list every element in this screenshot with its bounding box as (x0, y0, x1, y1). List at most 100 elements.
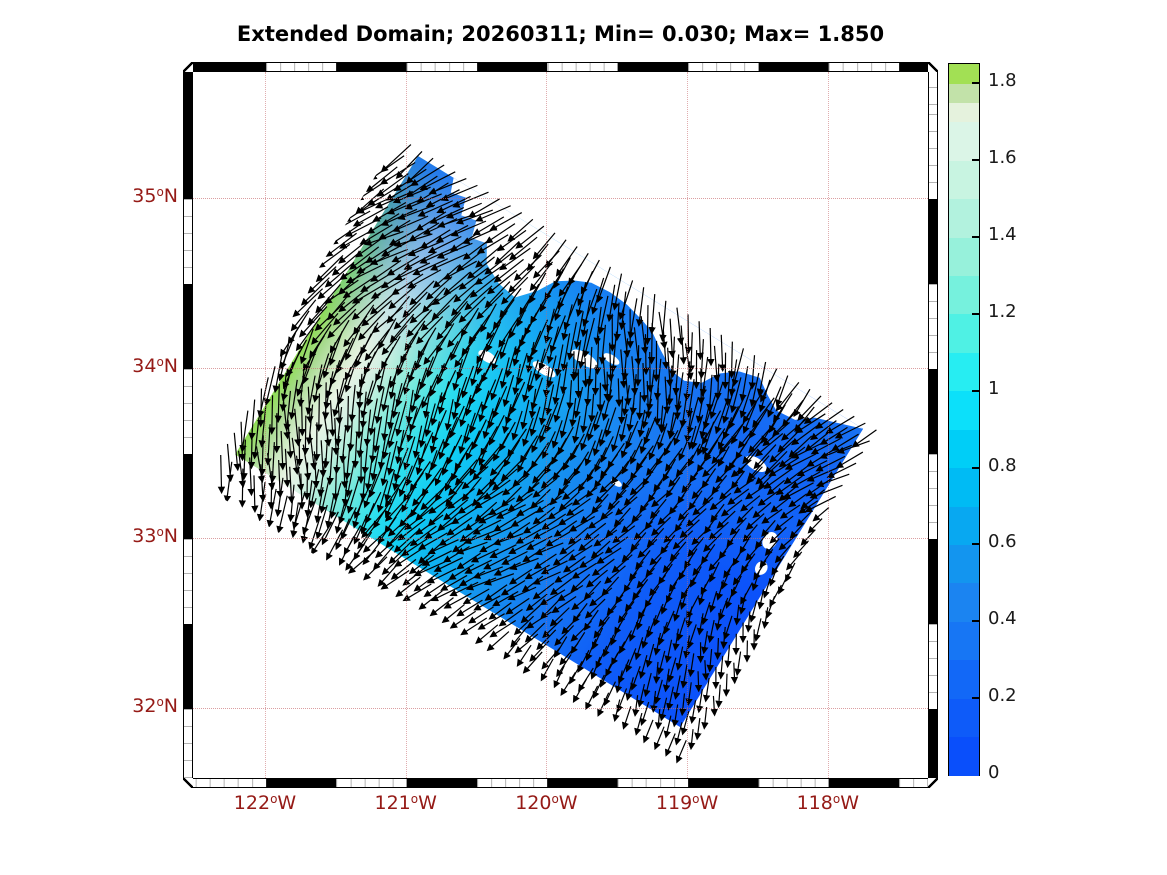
colorbar-band (949, 275, 979, 315)
flow-arrow (348, 384, 356, 423)
flow-arrow (503, 439, 521, 468)
flow-arrow (414, 338, 430, 371)
colorbar-band (949, 582, 979, 622)
flow-arrow (613, 507, 631, 528)
flow-arrow (468, 314, 491, 344)
flow-arrow (672, 628, 680, 652)
flow-arrow (793, 540, 809, 559)
flow-arrow (500, 579, 526, 596)
flow-arrow (344, 460, 356, 498)
flow-arrow (570, 620, 592, 642)
flow-arrow (624, 590, 642, 612)
colorbar-tick-label: 0.2 (988, 685, 1017, 707)
flow-arrow (617, 601, 635, 624)
flow-arrow (739, 383, 753, 419)
flow-arrow (577, 469, 594, 493)
flow-arrow (629, 474, 652, 496)
flow-arrow (381, 422, 394, 460)
flow-arrow (642, 719, 654, 744)
flow-arrow (505, 597, 530, 615)
flow-arrow (570, 573, 591, 593)
flow-arrow (563, 462, 583, 486)
map-frame-bottom (183, 778, 938, 788)
flow-arrow (359, 467, 368, 501)
flow-arrow (508, 568, 533, 585)
colorbar-band (949, 160, 979, 200)
flow-arrow (569, 398, 577, 428)
colorbar-band (949, 102, 979, 123)
flow-arrow (542, 618, 563, 639)
colorbar-band (949, 621, 979, 661)
flow-arrow (416, 316, 444, 345)
flow-arrow (605, 518, 625, 538)
flow-arrow (680, 664, 688, 689)
plot-title: Extended Domain; 20260311; Min= 0.030; M… (236, 22, 885, 46)
flow-arrow (563, 293, 580, 330)
flow-arrow (723, 557, 738, 579)
colorbar-tick (972, 620, 979, 623)
flow-arrow (717, 655, 725, 680)
flow-arrow (381, 324, 408, 356)
flow-arrow (786, 551, 803, 571)
flow-arrow (312, 364, 323, 403)
flow-arrow (598, 605, 617, 627)
flow-arrow (418, 414, 430, 448)
flow-arrow (624, 367, 632, 406)
flow-arrow (443, 260, 477, 280)
flow-arrow (759, 548, 774, 569)
flow-arrow (486, 631, 510, 652)
map-frame-right (928, 62, 938, 788)
flow-arrow (507, 428, 527, 458)
colorbar-band (949, 736, 979, 776)
flow-arrow (395, 576, 421, 598)
flow-arrow (536, 629, 557, 651)
flow-arrow (380, 376, 392, 413)
flow-arrow (370, 445, 380, 481)
flow-arrow (639, 492, 656, 513)
flow-arrow (516, 499, 544, 517)
flow-arrow (707, 620, 715, 644)
colorbar-tick (972, 389, 979, 392)
flow-arrow (703, 532, 723, 553)
flow-arrow (554, 567, 579, 583)
map-frame-left (183, 62, 193, 788)
flow-arrow (615, 478, 634, 501)
flow-arrow (720, 626, 728, 650)
flow-arrow (653, 726, 665, 751)
flow-arrow (607, 489, 627, 511)
gridline-lon-121W (405, 72, 407, 778)
colorbar-tick-label: 0.8 (988, 454, 1017, 476)
flow-arrow (517, 446, 532, 473)
flow-arrow (606, 594, 624, 616)
flow-arrow (778, 486, 797, 502)
flow-arrow (476, 472, 500, 496)
flow-arrow (572, 678, 588, 704)
flow-arrow (392, 186, 431, 204)
flow-arrow (478, 437, 492, 466)
flow-arrow (678, 436, 690, 461)
gridline-lat-34N (193, 368, 928, 369)
map-frame-top (183, 62, 938, 72)
flow-arrow (443, 416, 458, 450)
flow-arrow (388, 226, 422, 246)
y-tick-label: 34oN (132, 355, 178, 377)
colorbar-band (949, 236, 979, 276)
flow-arrow (328, 400, 337, 437)
flow-arrow (804, 431, 830, 452)
flow-arrow (556, 654, 572, 678)
flow-arrow (283, 448, 291, 488)
flow-arrow (739, 622, 747, 644)
flow-arrow (278, 430, 287, 471)
colorbar-band (949, 659, 979, 699)
flow-arrow (807, 518, 823, 534)
colorbar (948, 63, 980, 776)
flow-arrow (729, 517, 747, 536)
y-tick-label: 33oN (132, 525, 178, 547)
flow-arrow (578, 533, 600, 552)
flow-arrow (552, 455, 572, 481)
flow-arrow (530, 377, 544, 411)
colorbar-tick-label: 1.6 (988, 147, 1017, 169)
flow-arrow (522, 546, 546, 563)
flow-arrow (777, 428, 802, 453)
gridline-lat-35N (193, 198, 928, 199)
